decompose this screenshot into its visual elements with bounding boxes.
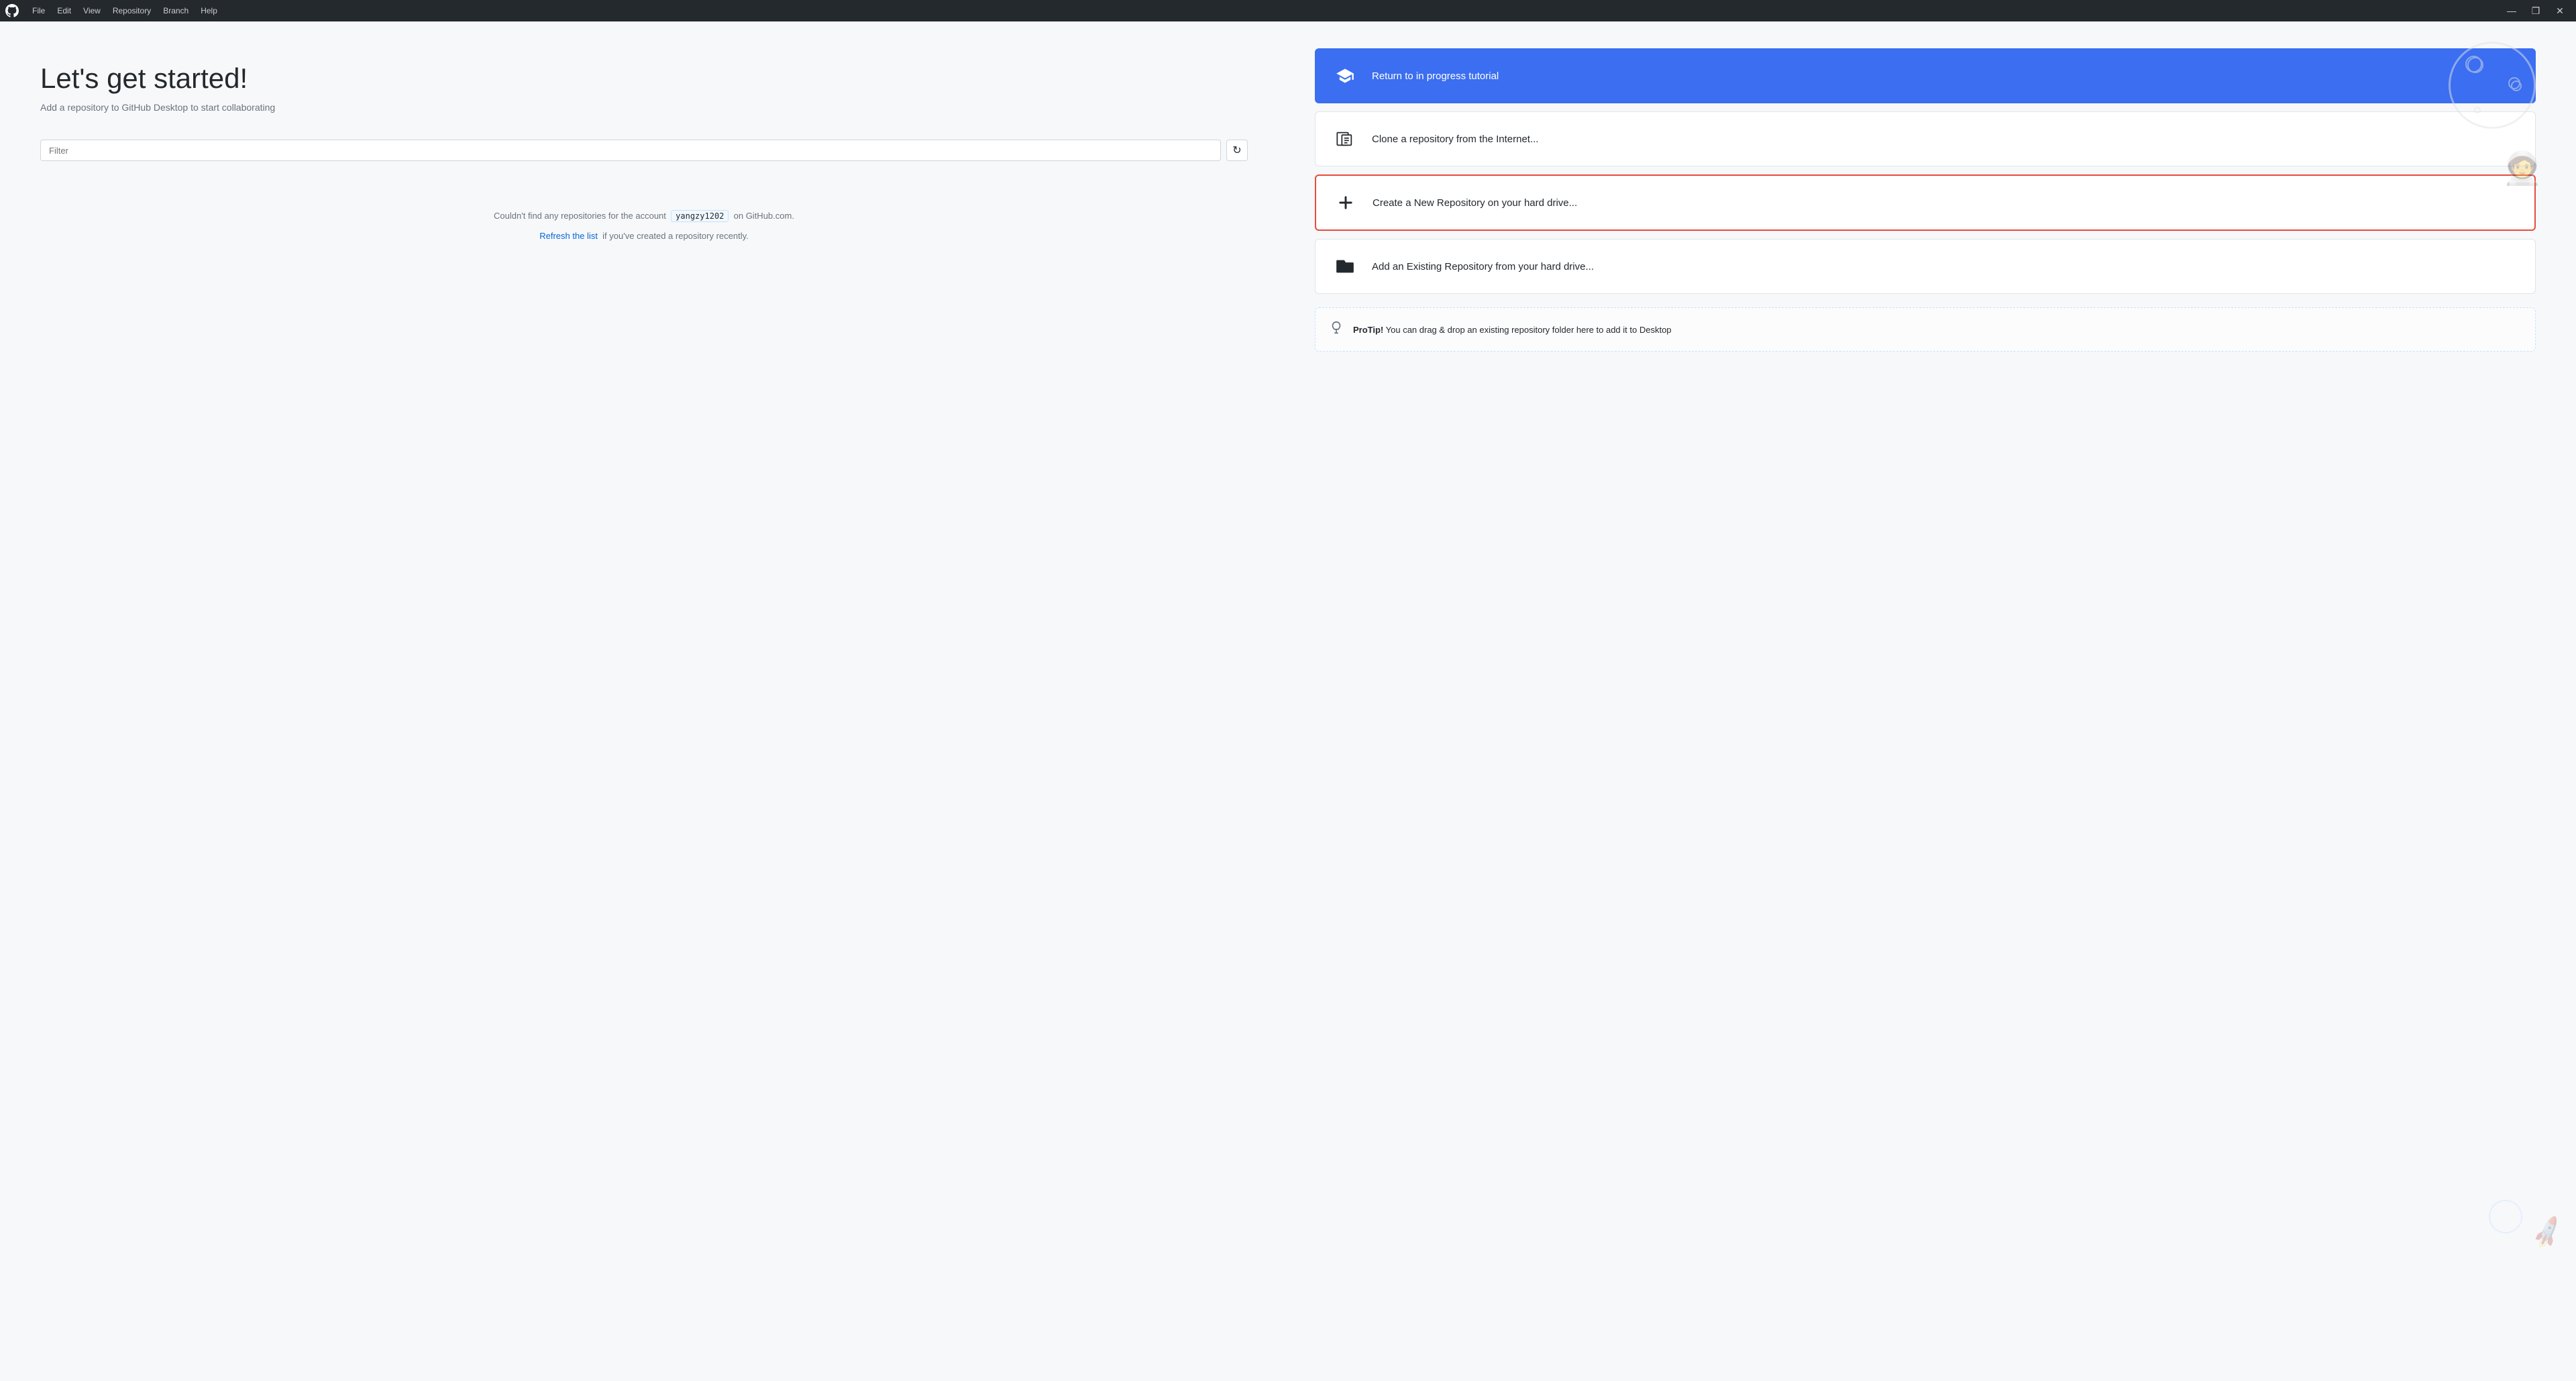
menu-view[interactable]: View — [78, 3, 106, 18]
decorative-rocket: 🚀 — [2528, 1215, 2566, 1251]
welcome-title: Let's get started! — [40, 62, 1248, 95]
create-card[interactable]: Create a New Repository on your hard dri… — [1315, 174, 2536, 231]
decorative-globe — [2489, 1200, 2522, 1233]
menu-branch[interactable]: Branch — [158, 3, 194, 18]
minimize-button[interactable]: — — [2501, 4, 2522, 17]
protip-text: ProTip! You can drag & drop an existing … — [1353, 325, 1672, 335]
maximize-button[interactable]: ❐ — [2525, 4, 2546, 17]
decorative-astronaut: 🧑‍🚀 — [2502, 149, 2542, 187]
refresh-icon: ↻ — [1232, 144, 1241, 157]
filter-row: ↻ — [40, 140, 1248, 161]
menu-edit[interactable]: Edit — [52, 3, 76, 18]
add-existing-card[interactable]: Add an Existing Repository from your har… — [1315, 239, 2536, 294]
window-controls: — ❐ ✕ — [2501, 4, 2571, 17]
add-existing-label: Add an Existing Repository from your har… — [1372, 261, 1594, 272]
menu-file[interactable]: File — [27, 3, 50, 18]
close-button[interactable]: ✕ — [2549, 4, 2571, 17]
planet-crater-1 — [2465, 56, 2482, 72]
left-panel: Let's get started! Add a repository to G… — [0, 21, 1288, 1381]
tutorial-card[interactable]: Return to in progress tutorial — [1315, 48, 2536, 103]
account-name: yangzy1202 — [671, 210, 729, 222]
lightbulb-icon — [1329, 320, 1344, 339]
welcome-subtitle: Add a repository to GitHub Desktop to st… — [40, 102, 1248, 113]
empty-prefix: Couldn't find any repositories for the a… — [494, 211, 666, 221]
clone-icon — [1332, 125, 1358, 152]
planet-crater-2 — [2511, 81, 2522, 91]
protip-message: You can drag & drop an existing reposito… — [1383, 325, 1671, 335]
right-panel: 🧑‍🚀 🚀 Return to in progress tutorial — [1288, 21, 2576, 1381]
folder-icon — [1332, 253, 1358, 280]
planet-crater-3 — [2474, 107, 2481, 113]
create-icon — [1332, 189, 1359, 216]
menu-repository[interactable]: Repository — [107, 3, 156, 18]
clone-card[interactable]: Clone a repository from the Internet... — [1315, 111, 2536, 166]
protip-bold: ProTip! — [1353, 325, 1383, 335]
refresh-button[interactable]: ↻ — [1226, 140, 1248, 161]
menu-help[interactable]: Help — [195, 3, 223, 18]
tutorial-label: Return to in progress tutorial — [1372, 70, 1499, 82]
empty-suffix: on GitHub.com. — [734, 211, 794, 221]
empty-state: Couldn't find any repositories for the a… — [40, 181, 1248, 270]
protip-banner: ProTip! You can drag & drop an existing … — [1315, 307, 2536, 352]
github-logo — [5, 4, 19, 17]
filter-input[interactable] — [40, 140, 1221, 161]
clone-label: Clone a repository from the Internet... — [1372, 134, 1538, 145]
decorative-planet — [2449, 42, 2536, 129]
main-content: Let's get started! Add a repository to G… — [0, 21, 2576, 1381]
refresh-suffix: if you've created a repository recently. — [602, 231, 749, 241]
create-label: Create a New Repository on your hard dri… — [1373, 197, 1577, 209]
tutorial-icon — [1332, 62, 1358, 89]
refresh-list-link[interactable]: Refresh the list — [539, 231, 598, 241]
titlebar: File Edit View Repository Branch Help — … — [0, 0, 2576, 21]
menu-bar: File Edit View Repository Branch Help — [27, 3, 2501, 18]
